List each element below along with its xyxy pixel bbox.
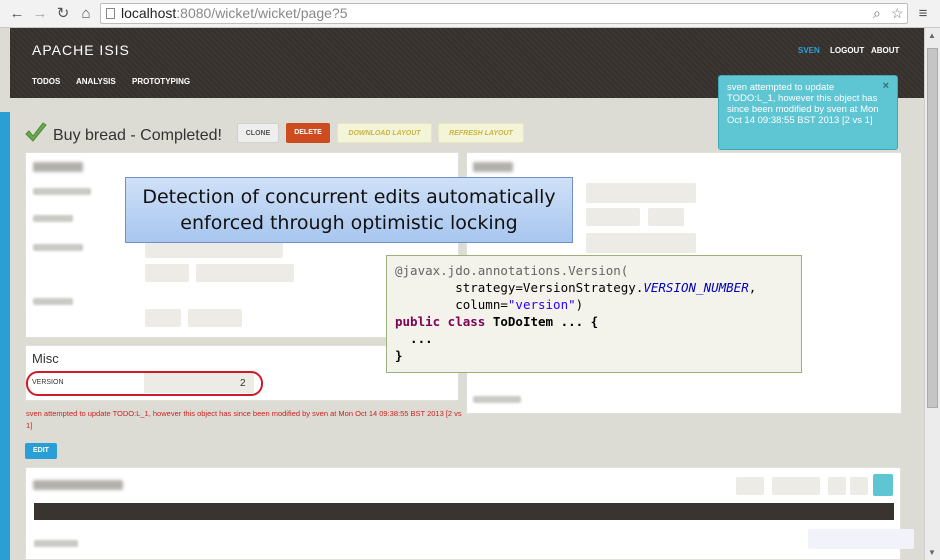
concurrency-error-message: sven attempted to update TODO:L_1, howev…: [26, 409, 462, 430]
logout-link[interactable]: LOGOUT: [830, 46, 864, 55]
close-icon[interactable]: ×: [883, 81, 889, 92]
code-annotation-name: Version(: [568, 263, 629, 278]
blurred-control: [772, 477, 820, 495]
delete-button[interactable]: DELETE: [286, 123, 330, 143]
menu-prototyping[interactable]: PROTOTYPING: [132, 77, 190, 86]
user-menu[interactable]: SVEN: [798, 46, 820, 55]
scroll-down-icon[interactable]: ▼: [928, 548, 936, 557]
bookmark-star-icon[interactable]: ☆: [891, 4, 904, 23]
page-icon: [106, 8, 115, 19]
notification-message: sven attempted to update TODO:L_1, howev…: [727, 82, 879, 126]
blurred-field: [586, 183, 696, 203]
scroll-up-icon[interactable]: ▲: [928, 31, 936, 40]
code-line-2-prefix: strategy=VersionStrategy.: [395, 280, 644, 295]
blurred-label: [473, 396, 521, 403]
code-snippet: @javax.jdo.annotations.Version( strategy…: [386, 255, 802, 373]
scrollbar-thumb[interactable]: [927, 48, 938, 408]
refresh-layout-button[interactable]: REFRESH LAYOUT: [438, 123, 524, 143]
blurred-label: [33, 244, 83, 251]
blurred-field: [188, 309, 242, 327]
address-bar[interactable]: localhost:8080/wicket/wicket/page?5 ⌕ ☆: [100, 3, 908, 24]
code-line-5: ...: [395, 331, 433, 346]
blurred-field: [648, 208, 684, 226]
callout-box: Detection of concurrent edits automatica…: [125, 177, 573, 243]
about-link[interactable]: ABOUT: [871, 46, 899, 55]
blurred-control: [736, 477, 764, 495]
blurred-label: [34, 540, 78, 547]
code-line-3-prefix: column=: [395, 297, 508, 312]
code-class-decl: ToDoItem ... {: [485, 314, 599, 329]
blurred-control: [873, 474, 893, 496]
back-icon[interactable]: ←: [8, 5, 26, 23]
code-keyword: public class: [395, 314, 486, 329]
left-accent-bar: [0, 112, 10, 560]
url-host: localhost: [121, 5, 177, 21]
download-layout-button[interactable]: DOWNLOAD LAYOUT: [337, 123, 432, 143]
callout-line-1: Detection of concurrent edits automatica…: [142, 186, 556, 208]
blurred-control: [850, 477, 868, 495]
blurred-label: [33, 188, 91, 195]
forward-icon[interactable]: →: [31, 5, 49, 23]
brand-logo[interactable]: APACHE ISIS: [32, 42, 130, 58]
check-icon: [25, 122, 47, 142]
blurred-field: [586, 233, 696, 253]
page-scrollbar[interactable]: ▲ ▼: [924, 28, 940, 560]
reload-icon[interactable]: ↻: [54, 5, 72, 23]
blurred-field: [145, 309, 181, 327]
page-title: Buy bread - Completed!: [53, 127, 222, 144]
clone-button[interactable]: CLONE: [237, 123, 279, 143]
table-header: [34, 503, 894, 520]
concurrency-notification: × sven attempted to update TODO:L_1, how…: [718, 75, 898, 150]
menu-analysis[interactable]: ANALYSIS: [76, 77, 116, 86]
blurred-field: [145, 264, 189, 282]
browser-toolbar: ← → ↻ ⌂ localhost:8080/wicket/wicket/pag…: [0, 0, 940, 28]
code-line-2-suffix: ,: [748, 280, 757, 295]
code-line-6: }: [395, 348, 403, 363]
callout-line-2: enforced through optimistic locking: [180, 212, 518, 234]
code-line-3-suffix: ): [575, 297, 584, 312]
menu-icon[interactable]: ≡: [914, 5, 932, 23]
edit-button[interactable]: EDIT: [25, 443, 57, 459]
blurred-field: [196, 264, 294, 282]
code-constant: VERSION_NUMBER: [643, 280, 749, 295]
code-string: "version": [507, 297, 576, 312]
misc-panel-title: Misc: [32, 351, 59, 366]
menu-todos[interactable]: TODOS: [32, 77, 60, 86]
version-highlight: [26, 371, 263, 396]
blurred-label: [33, 215, 73, 222]
collection-heading: [33, 480, 123, 490]
blurred-field: [586, 208, 640, 226]
details-panel-heading: [473, 162, 513, 172]
blurred-control: [828, 477, 846, 495]
general-panel-heading: [33, 162, 83, 172]
code-annotation-prefix: @javax.jdo.annotations.: [395, 263, 569, 278]
blurred-control: [808, 529, 914, 549]
blurred-label: [33, 298, 73, 305]
url-path: :8080/wicket/wicket/page?5: [176, 5, 348, 21]
zoom-icon[interactable]: ⌕: [873, 4, 881, 23]
home-icon[interactable]: ⌂: [77, 5, 95, 23]
